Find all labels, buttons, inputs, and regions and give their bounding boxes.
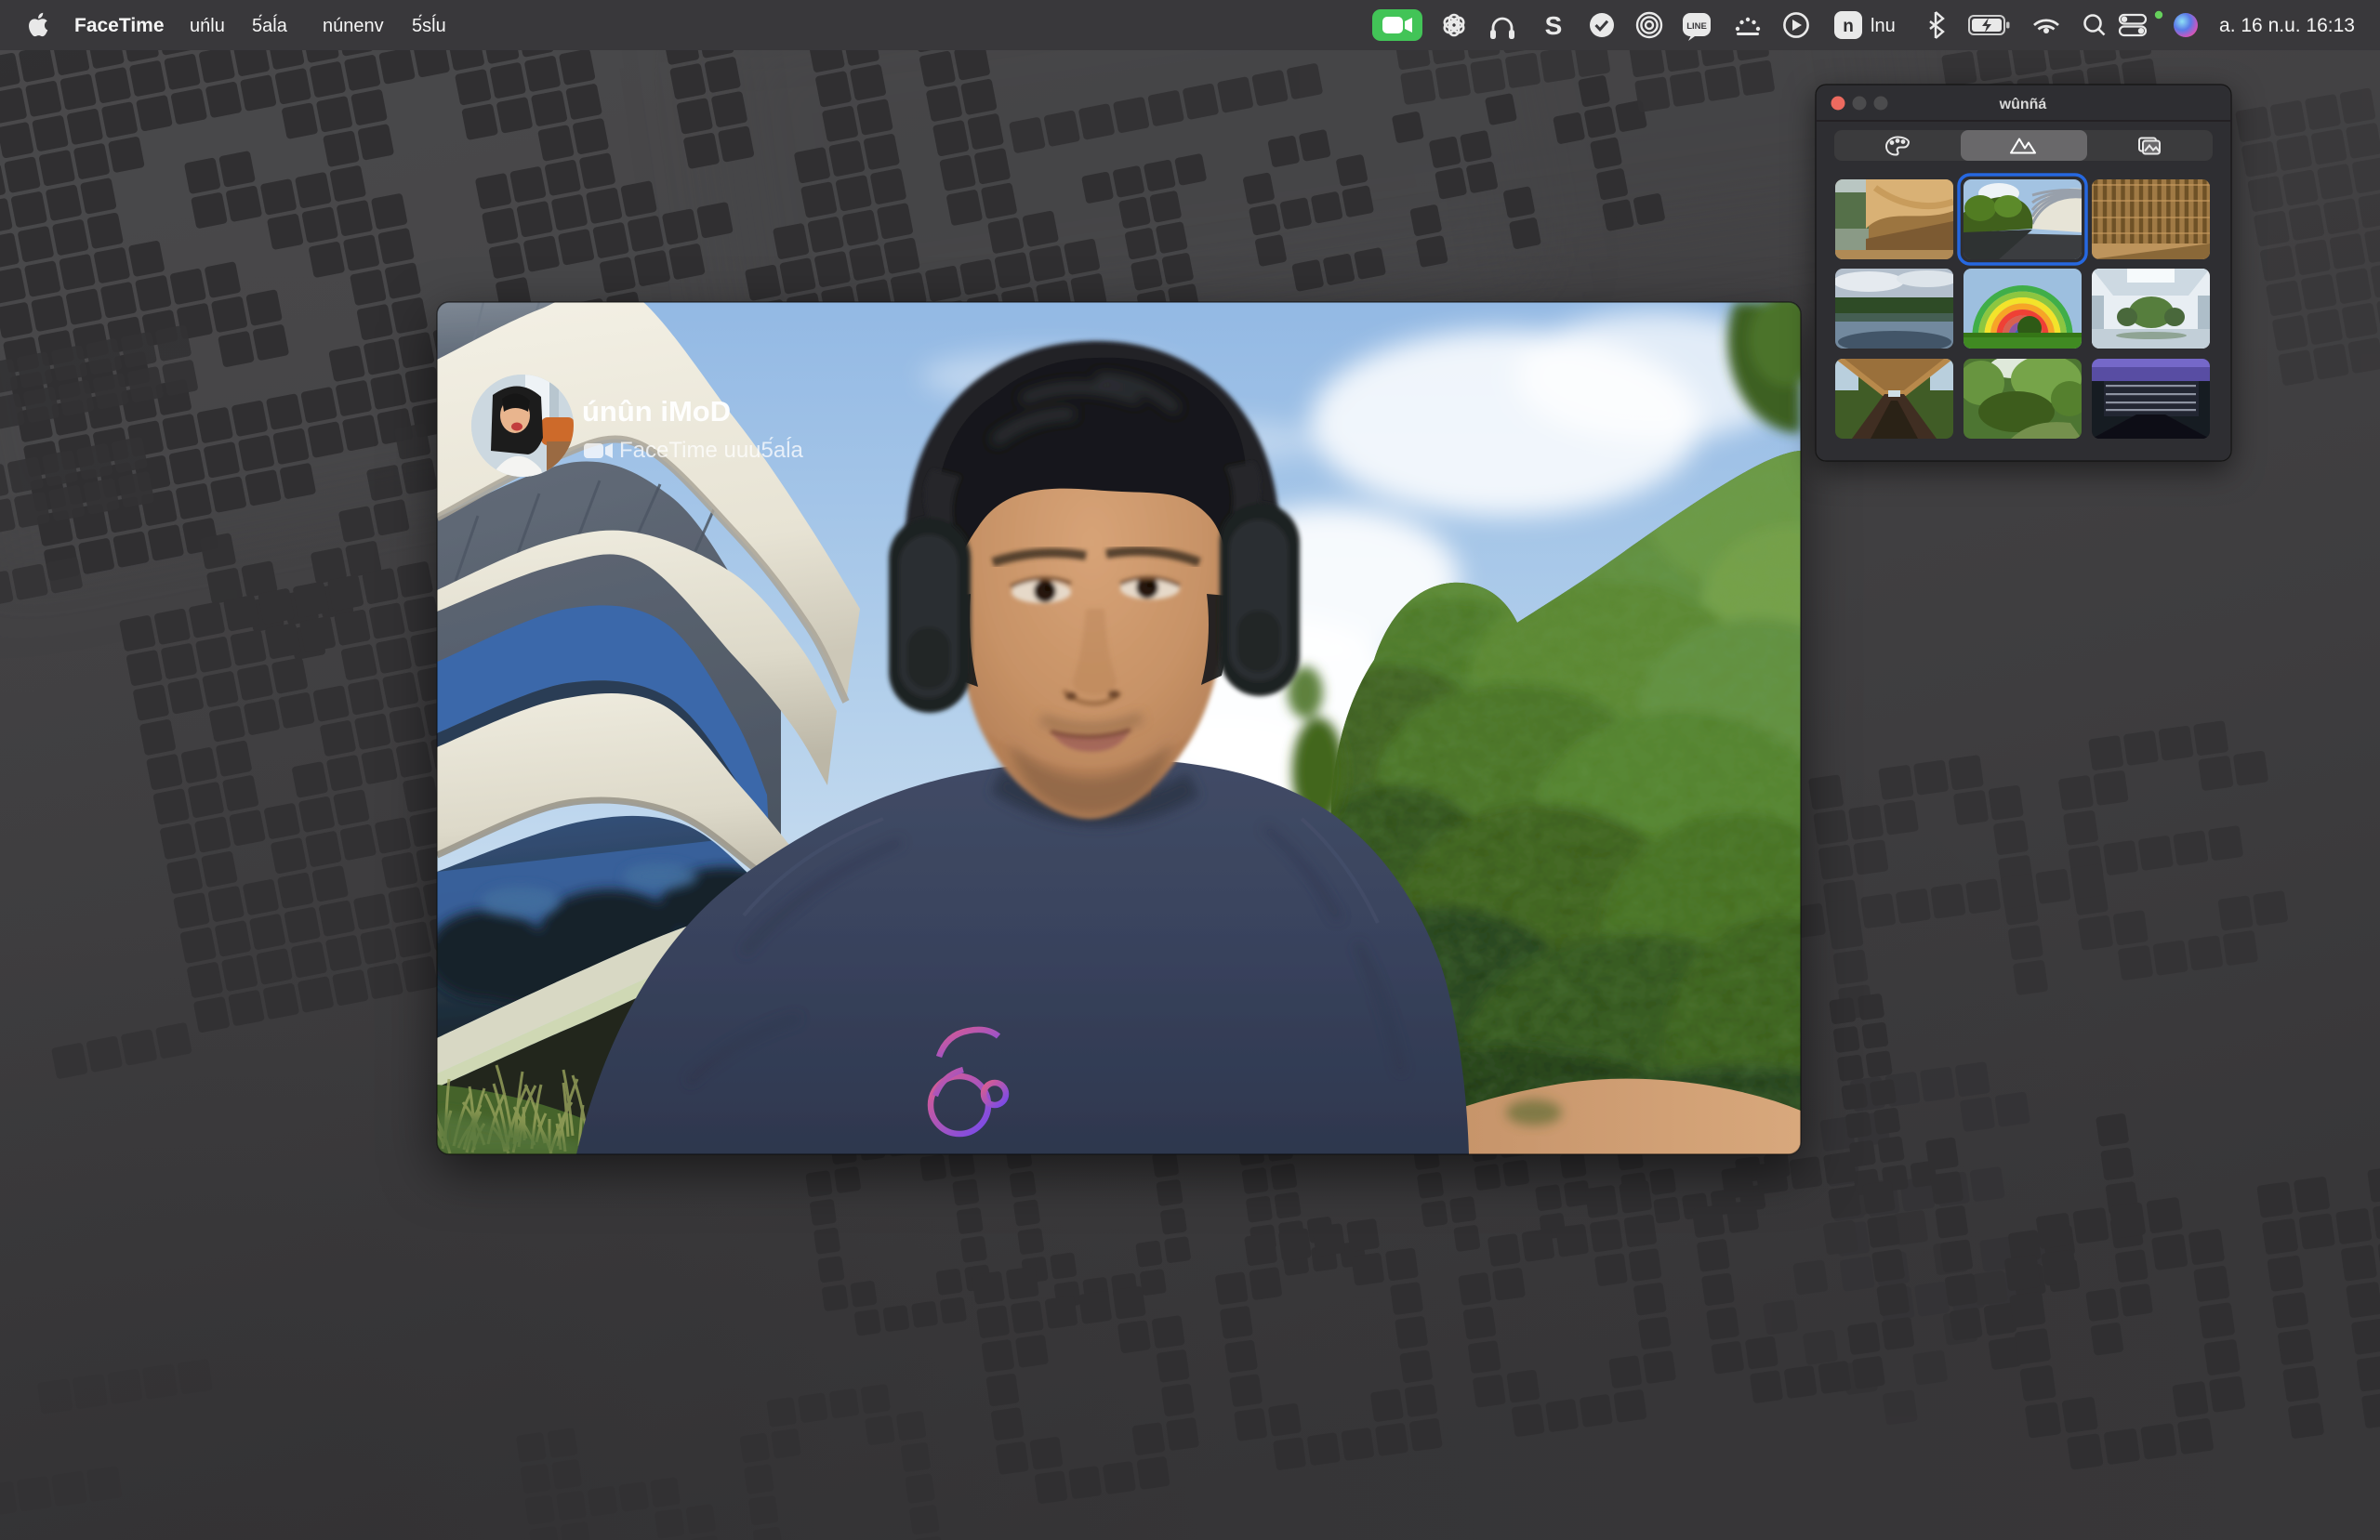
svg-text:FaceTime uuu5́aĺa: FaceTime uuu5́aĺa — [619, 437, 804, 463]
svg-text:5́aĺa: 5́aĺa — [252, 14, 288, 36]
svg-text:lnu: lnu — [1871, 16, 1896, 36]
svg-text:uńlu: uńlu — [190, 16, 225, 36]
svg-text:wûnñá: wûnñá — [1999, 97, 2047, 112]
svg-text:LINE: LINE — [1686, 21, 1707, 32]
svg-text:S: S — [1545, 11, 1563, 40]
svg-text:FaceTime: FaceTime — [74, 15, 165, 36]
svg-text:5́sĺu: 5́sĺu — [412, 14, 446, 36]
svg-text:n: n — [1843, 17, 1854, 36]
svg-text:núnenv: núnenv — [323, 16, 384, 36]
svg-text:únûn iMoD: únûn iMoD — [582, 395, 731, 428]
svg-text:a. 16 n.u. 16:13: a. 16 n.u. 16:13 — [2219, 15, 2355, 36]
